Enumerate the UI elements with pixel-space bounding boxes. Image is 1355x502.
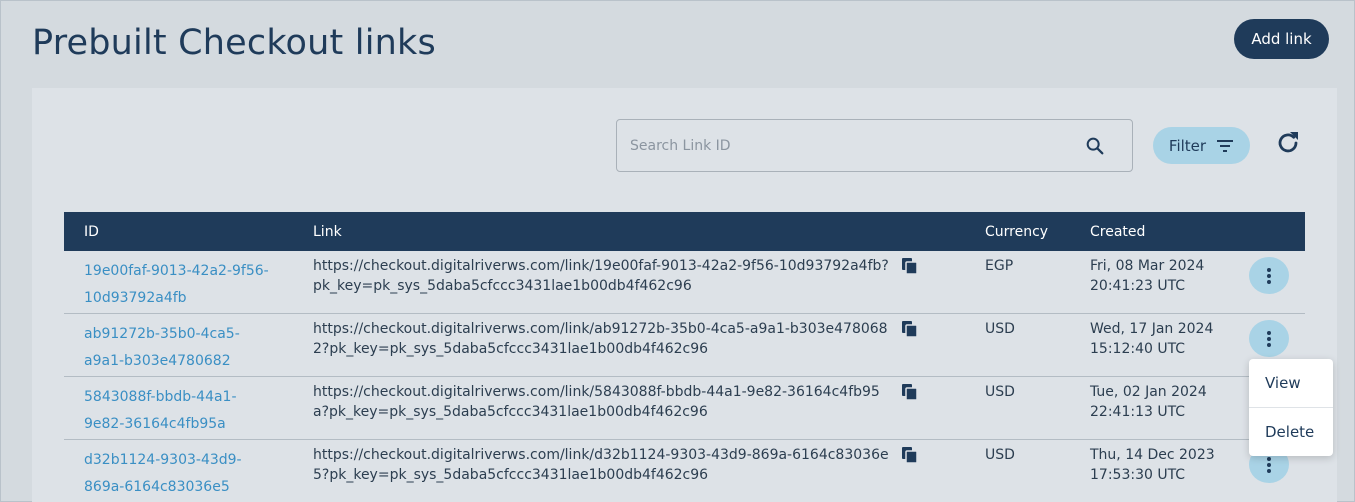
- copy-icon[interactable]: [901, 446, 919, 464]
- link-url: https://checkout.digitalriverws.com/link…: [313, 321, 888, 357]
- created-date: Wed, 17 Jan 2024 15:12:40 UTC: [1090, 319, 1230, 359]
- column-header-link: Link: [313, 224, 342, 240]
- link-id-part: ab91272b-35b0-4ca5-: [84, 326, 240, 342]
- column-header-id: ID: [84, 224, 99, 240]
- created-date: Fri, 08 Mar 2024 20:41:23 UTC: [1090, 256, 1230, 296]
- column-header-created: Created: [1090, 224, 1146, 240]
- add-link-button[interactable]: Add link: [1234, 19, 1329, 59]
- created-day: Tue, 02 Jan 2024: [1090, 384, 1207, 400]
- table-header: ID Link Currency Created: [64, 212, 1305, 251]
- menu-item-delete[interactable]: Delete: [1249, 407, 1333, 455]
- link-id[interactable]: 5843088f-bbdb-44a1- 9e82-36164c4fb95a: [84, 384, 289, 438]
- created-time: 20:41:23 UTC: [1090, 278, 1186, 294]
- row-actions-button[interactable]: [1249, 320, 1289, 357]
- created-day: Fri, 08 Mar 2024: [1090, 258, 1205, 274]
- table-row: 5843088f-bbdb-44a1- 9e82-36164c4fb95a ht…: [64, 377, 1305, 440]
- links-table: ID Link Currency Created 19e00faf-9013-4…: [64, 212, 1305, 502]
- table-row: 19e00faf-9013-42a2-9f56- 10d93792a4fb ht…: [64, 251, 1305, 314]
- link-id-part: a9a1-b303e4780682: [84, 353, 231, 369]
- more-vertical-icon: [1267, 267, 1271, 284]
- currency: USD: [985, 447, 1015, 463]
- column-header-currency: Currency: [985, 224, 1049, 240]
- link-id-part: 9e82-36164c4fb95a: [84, 416, 226, 432]
- created-date: Tue, 02 Jan 2024 22:41:13 UTC: [1090, 382, 1230, 422]
- page-title: Prebuilt Checkout links: [32, 23, 436, 63]
- link-id-part: 5843088f-bbdb-44a1-: [84, 389, 237, 405]
- search-input[interactable]: [617, 120, 1077, 171]
- link-id[interactable]: 19e00faf-9013-42a2-9f56- 10d93792a4fb: [84, 258, 289, 312]
- created-day: Wed, 17 Jan 2024: [1090, 321, 1214, 337]
- filter-button[interactable]: Filter: [1153, 127, 1250, 164]
- search-box: [616, 119, 1133, 172]
- link-url: https://checkout.digitalriverws.com/link…: [313, 447, 889, 483]
- created-day: Thu, 14 Dec 2023: [1090, 447, 1215, 463]
- copy-icon[interactable]: [901, 320, 919, 338]
- link-id-part: 10d93792a4fb: [84, 290, 187, 306]
- link-id-part: 19e00faf-9013-42a2-9f56-: [84, 263, 269, 279]
- copy-icon[interactable]: [901, 383, 919, 401]
- currency: USD: [985, 321, 1015, 337]
- link-id-part: d32b1124-9303-43d9-: [84, 452, 242, 468]
- filter-label: Filter: [1168, 136, 1207, 155]
- copy-icon[interactable]: [901, 257, 919, 275]
- filter-icon: [1217, 139, 1234, 152]
- link-id[interactable]: d32b1124-9303-43d9- 869a-6164c83036e5: [84, 447, 289, 501]
- search-icon[interactable]: [1084, 135, 1106, 157]
- currency: EGP: [985, 258, 1014, 274]
- created-time: 17:53:30 UTC: [1090, 467, 1186, 483]
- link-id[interactable]: ab91272b-35b0-4ca5- a9a1-b303e4780682: [84, 321, 289, 375]
- row-actions-button[interactable]: [1249, 257, 1289, 294]
- currency: USD: [985, 384, 1015, 400]
- link-url: https://checkout.digitalriverws.com/link…: [313, 384, 880, 420]
- created-date: Thu, 14 Dec 2023 17:53:30 UTC: [1090, 445, 1230, 485]
- more-vertical-icon: [1267, 456, 1271, 473]
- created-time: 15:12:40 UTC: [1090, 341, 1186, 357]
- more-vertical-icon: [1267, 330, 1271, 347]
- table-row: d32b1124-9303-43d9- 869a-6164c83036e5 ht…: [64, 440, 1305, 502]
- link-url: https://checkout.digitalriverws.com/link…: [313, 258, 889, 294]
- menu-item-view[interactable]: View: [1249, 359, 1333, 407]
- refresh-icon[interactable]: [1274, 129, 1302, 157]
- created-time: 22:41:13 UTC: [1090, 404, 1186, 420]
- link-id-part: 869a-6164c83036e5: [84, 479, 230, 495]
- table-row: ab91272b-35b0-4ca5- a9a1-b303e4780682 ht…: [64, 314, 1305, 377]
- links-panel: Filter ID Link Currency Created 19e00faf…: [32, 88, 1337, 502]
- row-actions-menu: View Delete: [1249, 359, 1333, 456]
